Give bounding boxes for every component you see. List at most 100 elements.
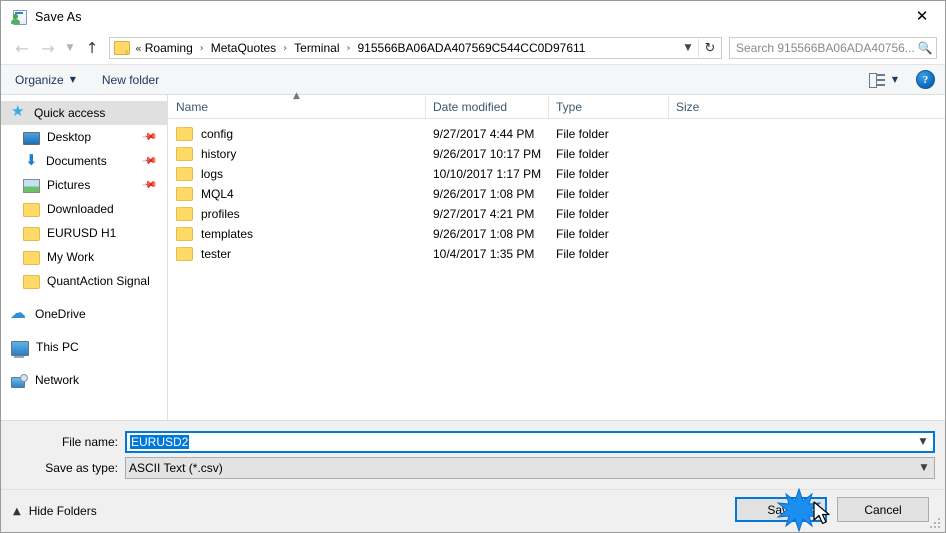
folder-icon <box>176 227 193 241</box>
search-input[interactable]: Search 915566BA06ADA40756... <box>730 41 914 55</box>
column-header-type[interactable]: Type <box>548 96 668 118</box>
folder-icon <box>23 251 40 265</box>
cell-type: File folder <box>556 207 609 221</box>
sidebar-item-pictures[interactable]: Pictures 📌 <box>1 173 167 197</box>
chevron-down-icon[interactable]: ▼ <box>892 75 898 84</box>
chevron-up-icon: ▲ <box>13 505 21 517</box>
hide-folders-label: Hide Folders <box>28 504 97 518</box>
table-row[interactable]: config 9/27/2017 4:44 PM File folder <box>168 124 945 144</box>
cell-name: templates <box>168 227 425 241</box>
sidebar-item-downloaded[interactable]: Downloaded <box>1 197 167 221</box>
sidebar-item-label: This PC <box>36 340 79 354</box>
breadcrumb-item-metaquotes[interactable]: MetaQuotes <box>209 39 278 57</box>
view-layout-icon[interactable] <box>868 73 885 88</box>
folder-icon <box>114 41 130 55</box>
breadcrumb-item-instance[interactable]: 915566BA06ADA407569C544CC0D97611 <box>356 39 588 57</box>
close-icon: ✕ <box>915 6 929 25</box>
sidebar-item-label: Network <box>35 373 80 387</box>
breadcrumb-overflow[interactable]: « <box>133 42 143 55</box>
table-row[interactable]: history 9/26/2017 10:17 PM File folder <box>168 144 945 164</box>
close-button[interactable]: ✕ <box>899 1 945 31</box>
chevron-right-icon[interactable]: › <box>195 43 209 54</box>
table-row[interactable]: tester 10/4/2017 1:35 PM File folder <box>168 244 945 264</box>
chevron-right-icon[interactable]: › <box>342 43 356 54</box>
sidebar-item-my-work[interactable]: My Work <box>1 245 167 269</box>
recent-locations-button[interactable]: ▼ <box>61 35 79 61</box>
sidebar-item-label: My Work <box>47 250 95 264</box>
back-button[interactable]: ← <box>9 35 35 61</box>
address-bar[interactable]: « Roaming › MetaQuotes › Terminal › 9155… <box>109 37 722 59</box>
chevron-down-icon[interactable]: ▼ <box>914 463 934 473</box>
sidebar-item-label: QuantAction Signal <box>47 274 150 288</box>
save-as-type-combobox[interactable]: ASCII Text (*.csv) ▼ <box>125 457 935 479</box>
breadcrumb-item-terminal[interactable]: Terminal <box>292 39 341 57</box>
cancel-button[interactable]: Cancel <box>837 497 929 522</box>
new-folder-label: New folder <box>101 72 160 87</box>
search-box[interactable]: Search 915566BA06ADA40756... 🔍 <box>729 37 937 59</box>
file-name-text: config <box>201 127 234 141</box>
file-name-text: profiles <box>201 207 240 221</box>
breadcrumb-item-roaming[interactable]: Roaming <box>143 39 195 57</box>
sidebar-item-quantaction-signal[interactable]: QuantAction Signal <box>1 269 167 293</box>
folder-icon <box>176 207 193 221</box>
cell-name: logs <box>168 167 425 181</box>
column-header-date-modified[interactable]: Date modified <box>425 96 548 118</box>
up-button[interactable]: ↑ <box>79 35 105 61</box>
table-row[interactable]: templates 9/26/2017 1:08 PM File folder <box>168 224 945 244</box>
file-name-text: history <box>201 147 237 161</box>
chevron-right-icon[interactable]: › <box>278 43 292 54</box>
documents-icon <box>23 151 39 169</box>
breadcrumb: « Roaming › MetaQuotes › Terminal › 9155… <box>110 39 678 57</box>
cell-type: File folder <box>556 187 609 201</box>
sidebar-item-this-pc[interactable]: This PC <box>1 335 167 359</box>
file-name-combobox[interactable]: EURUSD2 ▼ <box>125 431 935 453</box>
folder-icon <box>176 167 193 181</box>
cell-type: File folder <box>556 147 609 161</box>
table-row[interactable]: logs 10/10/2017 1:17 PM File folder <box>168 164 945 184</box>
file-name-value: EURUSD2 <box>130 435 190 449</box>
star-icon <box>11 102 27 121</box>
forward-button[interactable]: → <box>35 35 61 61</box>
save-as-dialog: Save As ✕ ← → ▼ ↑ « Roaming › MetaQuotes… <box>0 0 946 533</box>
cell-name: MQL4 <box>168 187 425 201</box>
desktop-icon <box>23 131 40 145</box>
cell-date-modified: 9/27/2017 4:44 PM <box>433 127 535 141</box>
sidebar-item-desktop[interactable]: Desktop 📌 <box>1 125 167 149</box>
organize-button[interactable]: Organize ▼ <box>15 73 76 87</box>
arrow-up-icon: ↑ <box>85 39 99 57</box>
organize-label: Organize <box>15 72 64 87</box>
cell-type: File folder <box>556 227 609 241</box>
cell-date-modified: 9/26/2017 1:08 PM <box>433 227 535 241</box>
help-icon[interactable]: ? <box>916 70 935 89</box>
sidebar-item-quick-access[interactable]: Quick access <box>1 101 167 125</box>
table-row[interactable]: profiles 9/27/2017 4:21 PM File folder <box>168 204 945 224</box>
refresh-icon: ↻ <box>704 40 716 56</box>
file-name-label: File name: <box>61 435 118 449</box>
chevron-down-icon[interactable]: ▼ <box>913 437 933 447</box>
folder-icon <box>176 187 193 201</box>
pin-icon: 📌 <box>140 129 158 146</box>
cell-name: tester <box>168 247 425 261</box>
sidebar-item-network[interactable]: Network <box>1 368 167 392</box>
file-rows: config 9/27/2017 4:44 PM File folder his… <box>168 119 945 420</box>
sidebar-item-label: OneDrive <box>35 307 86 321</box>
resize-grip[interactable] <box>930 518 942 530</box>
file-name-input[interactable]: EURUSD2 <box>127 435 913 449</box>
network-icon <box>11 373 28 388</box>
refresh-button[interactable]: ↻ <box>699 37 721 59</box>
sidebar-item-eurusd-h1[interactable]: EURUSD H1 <box>1 221 167 245</box>
sort-ascending-icon: ▲ <box>293 91 300 101</box>
chevron-down-icon: ▼ <box>69 75 76 84</box>
table-row[interactable]: MQL4 9/26/2017 1:08 PM File folder <box>168 184 945 204</box>
onedrive-icon <box>10 303 28 322</box>
hide-folders-button[interactable]: ▲ Hide Folders <box>1 504 97 518</box>
sidebar-item-onedrive[interactable]: OneDrive <box>1 302 167 326</box>
arrow-left-icon: ← <box>15 38 29 58</box>
save-button[interactable]: Save <box>735 497 827 522</box>
sidebar-item-documents[interactable]: Documents 📌 <box>1 149 167 173</box>
cell-name: profiles <box>168 207 425 221</box>
address-dropdown-button[interactable]: ▼ <box>678 38 698 58</box>
column-header-size[interactable]: Size <box>668 96 748 118</box>
folder-icon <box>23 203 40 217</box>
new-folder-button[interactable]: New folder <box>102 73 159 87</box>
